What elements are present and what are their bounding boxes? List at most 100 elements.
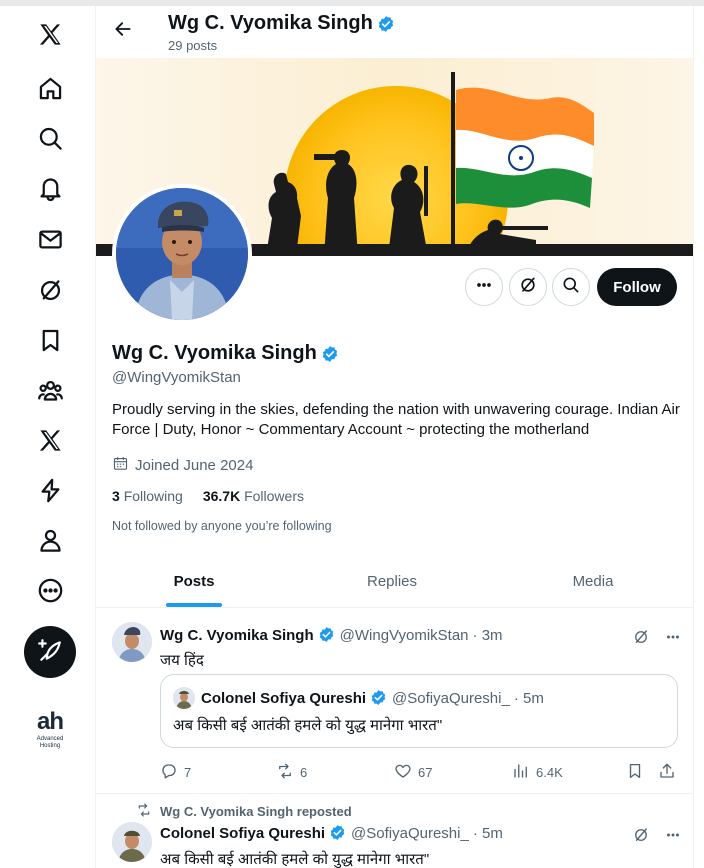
- tweet-avatar[interactable]: [112, 622, 152, 662]
- quote-header: Colonel Sofiya Qureshi @SofiyaQureshi_ ·…: [201, 689, 544, 707]
- grok-icon[interactable]: [25, 265, 75, 315]
- view-count: 6.4K: [536, 765, 563, 780]
- advanced-hosting-logo: ah Advanced Hosting: [26, 708, 74, 750]
- explore-icon[interactable]: [25, 113, 75, 163]
- quoted-tweet[interactable]: Colonel Sofiya Qureshi @SofiyaQureshi_ ·…: [160, 674, 678, 748]
- grok-profile-button[interactable]: [509, 268, 547, 306]
- search-icon: [561, 275, 581, 300]
- following-link[interactable]: 3 Following: [112, 488, 183, 504]
- tweet-header: Wg C. Vyomika Singh @WingVyomikStan · 3m: [160, 626, 503, 644]
- tweet-handle[interactable]: @SofiyaQureshi_: [351, 825, 469, 842]
- reply-button[interactable]: 7: [160, 762, 191, 783]
- grok-icon[interactable]: [632, 628, 650, 651]
- home-icon[interactable]: [25, 63, 75, 113]
- ah-logo-line1: Advanced: [36, 736, 64, 742]
- profile-avatar[interactable]: [112, 184, 252, 324]
- verified-badge-icon: [318, 626, 336, 644]
- verified-badge-icon: [370, 689, 388, 707]
- profile-name: Wg C. Vyomika Singh: [112, 342, 339, 365]
- tab-media[interactable]: Media: [492, 554, 693, 608]
- share-icon: [658, 762, 676, 783]
- share-button[interactable]: [658, 762, 676, 783]
- tab-posts[interactable]: Posts: [96, 554, 292, 608]
- quote-author: Colonel Sofiya Qureshi: [201, 689, 367, 707]
- header-post-count: 29 posts: [168, 38, 218, 53]
- profile-name-text: Wg C. Vyomika Singh: [112, 342, 317, 364]
- repost-button[interactable]: 6: [276, 762, 307, 783]
- verified-badge-icon[interactable]: [321, 345, 339, 363]
- followers-count: 36.7K: [202, 488, 241, 504]
- tweet-header-icons: [632, 826, 682, 849]
- profile-stats: 3 Following 36.7K Followers: [112, 488, 304, 504]
- profile-handle: @WingVyomikStan: [112, 369, 241, 386]
- following-count: 3: [112, 488, 120, 504]
- tweet-header-icons: [632, 628, 682, 651]
- followers-link[interactable]: 36.7K Followers: [203, 488, 304, 504]
- back-button[interactable]: [106, 14, 140, 48]
- tweet-header: Colonel Sofiya Qureshi @SofiyaQureshi_ ·…: [160, 824, 503, 842]
- bookmark-button[interactable]: [626, 762, 644, 783]
- tweet-author[interactable]: Colonel Sofiya Qureshi: [160, 825, 325, 842]
- search-profile-button[interactable]: [552, 268, 590, 306]
- reply-count: 7: [184, 765, 192, 780]
- x-logo-icon[interactable]: [25, 9, 75, 59]
- compose-icon: [37, 637, 63, 668]
- page-scrollbar[interactable]: [694, 6, 704, 868]
- views-button[interactable]: 6.4K: [512, 762, 563, 783]
- heart-icon: [394, 762, 412, 783]
- quote-text: अब किसी बई आतंकी हमले को युद्ध मानेगा भा…: [173, 717, 443, 734]
- more-options-button[interactable]: [465, 268, 503, 306]
- follow-button[interactable]: Follow: [597, 268, 677, 306]
- repost-icon: [276, 762, 294, 783]
- profile-bio: Proudly serving in the skies, defending …: [112, 401, 680, 438]
- reply-icon: [160, 762, 178, 783]
- arrow-left-icon: [113, 19, 133, 44]
- calendar-icon: [112, 455, 129, 476]
- more-icon[interactable]: [25, 565, 75, 615]
- verified-orgs-icon[interactable]: [25, 465, 75, 515]
- not-followed-note: Not followed by anyone you’re following: [112, 519, 332, 533]
- profile-tabs: Posts Replies Media: [96, 554, 693, 608]
- active-tab-indicator: [166, 603, 222, 607]
- notifications-icon[interactable]: [25, 163, 75, 213]
- tweet-author[interactable]: Wg C. Vyomika Singh: [160, 627, 314, 644]
- repost-count: 6: [300, 765, 308, 780]
- header-name: Wg C. Vyomika Singh: [168, 12, 373, 34]
- following-label: Following: [123, 488, 183, 504]
- tweet-handle[interactable]: @WingVyomikStan: [340, 627, 469, 644]
- header-title: Wg C. Vyomika Singh: [168, 12, 395, 35]
- joined-date: Joined June 2024: [135, 457, 254, 474]
- tweet-time[interactable]: · 3m: [473, 627, 503, 644]
- tweet-time[interactable]: · 5m: [473, 825, 503, 842]
- tweet-text: जय हिंद: [160, 652, 204, 669]
- tweet-actions: 7 6 67 6.4K: [160, 762, 678, 782]
- communities-icon[interactable]: [25, 365, 75, 415]
- tweet[interactable]: Colonel Sofiya Qureshi @SofiyaQureshi_ ·…: [96, 814, 693, 868]
- like-button[interactable]: 67: [394, 762, 432, 783]
- bookmark-icon: [626, 762, 644, 783]
- grok-icon[interactable]: [632, 826, 650, 849]
- profile-icon[interactable]: [25, 515, 75, 565]
- profile-column: Wg C. Vyomika Singh 29 posts Follow Wg C…: [96, 6, 694, 868]
- verified-badge-icon: [377, 15, 395, 33]
- analytics-icon: [512, 762, 530, 783]
- more-icon[interactable]: [664, 826, 682, 849]
- more-icon[interactable]: [664, 628, 682, 651]
- tweet-divider: [96, 793, 693, 794]
- grok-icon: [518, 275, 538, 300]
- quote-avatar: [173, 687, 195, 709]
- bookmarks-icon[interactable]: [25, 315, 75, 365]
- ah-logo-line2: Hosting: [39, 743, 61, 749]
- followers-label: Followers: [244, 488, 304, 504]
- post-button[interactable]: [24, 626, 76, 678]
- tab-replies[interactable]: Replies: [292, 554, 492, 608]
- ah-logo-mark: ah: [36, 708, 64, 735]
- premium-icon[interactable]: [25, 415, 75, 465]
- quote-time: · 5m: [513, 689, 544, 707]
- messages-icon[interactable]: [25, 214, 75, 264]
- ellipsis-icon: [474, 275, 494, 300]
- left-navigation: ah Advanced Hosting: [0, 6, 96, 868]
- tweet-text: अब किसी बई आतंकी हमले को युद्ध मानेगा भा…: [160, 851, 430, 868]
- verified-badge-icon: [329, 824, 347, 842]
- tweet-avatar[interactable]: [112, 822, 152, 862]
